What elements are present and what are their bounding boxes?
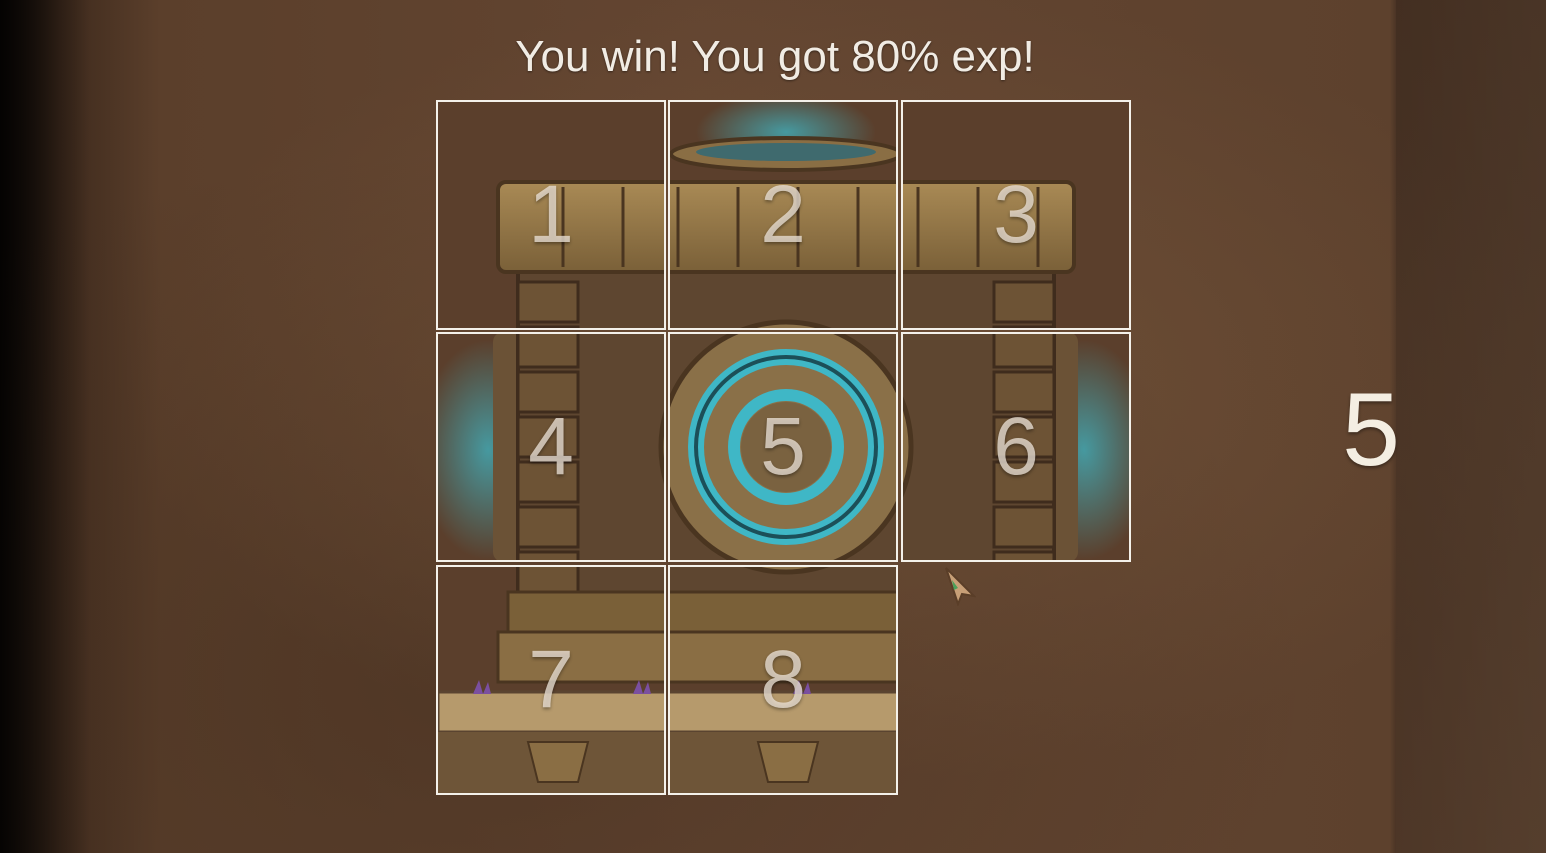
puzzle-tile-1[interactable]: 1 <box>436 100 666 330</box>
tile-number: 7 <box>528 634 574 725</box>
arrow-cursor-icon <box>945 567 976 606</box>
puzzle-tile-3[interactable]: 3 <box>901 100 1131 330</box>
puzzle-tile-8[interactable]: 8 <box>668 565 898 795</box>
puzzle-tile-7[interactable]: 7 <box>436 565 666 795</box>
tile-number: 2 <box>760 169 806 260</box>
tile-number: 8 <box>760 634 806 725</box>
tile-number: 5 <box>760 401 806 492</box>
left-shadow <box>0 0 90 853</box>
puzzle-board: 1 2 3 4 5 6 7 8 <box>436 100 1134 798</box>
puzzle-tile-6[interactable]: 6 <box>901 332 1131 562</box>
tile-number: 1 <box>528 169 574 260</box>
right-panel <box>1396 0 1546 853</box>
puzzle-tile-4[interactable]: 4 <box>436 332 666 562</box>
win-message: You win! You got 80% exp! <box>515 32 1035 81</box>
move-counter: 5 <box>1342 372 1400 488</box>
puzzle-tile-5[interactable]: 5 <box>668 332 898 562</box>
tile-number: 3 <box>993 169 1039 260</box>
puzzle-tile-2[interactable]: 2 <box>668 100 898 330</box>
tile-number: 4 <box>528 401 574 492</box>
tile-number: 6 <box>993 401 1039 492</box>
